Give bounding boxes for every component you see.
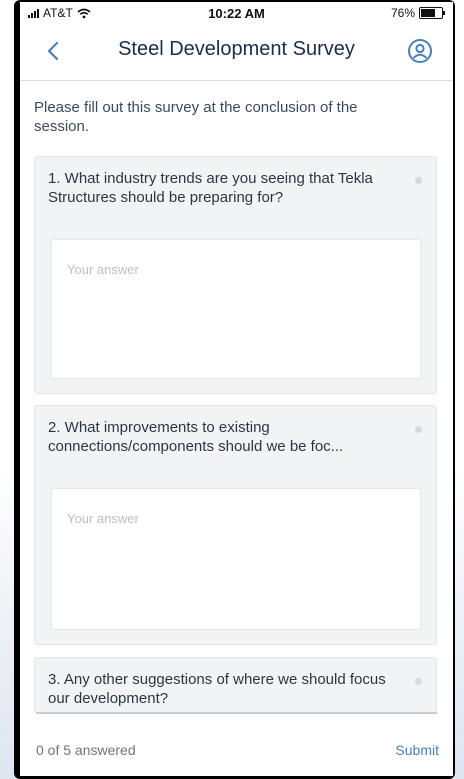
survey-footer: 0 of 5 answered Submit <box>20 712 453 776</box>
answer-field[interactable]: Your answer <box>51 488 421 630</box>
answer-placeholder: Your answer <box>67 262 139 277</box>
progress-status: 0 of 5 answered <box>36 742 136 758</box>
submit-button[interactable]: Submit <box>395 742 439 758</box>
user-circle-icon <box>408 39 432 63</box>
required-indicator <box>415 177 422 184</box>
clock: 10:22 AM <box>208 6 265 21</box>
required-indicator <box>415 678 422 685</box>
question-text: 2. What improvements to existing connect… <box>48 419 344 455</box>
profile-button[interactable] <box>405 36 435 66</box>
survey-intro: Please fill out this survey at the concl… <box>34 99 358 135</box>
required-indicator <box>415 426 422 433</box>
battery-percent: 76% <box>390 6 415 20</box>
answer-placeholder: Your answer <box>67 511 139 526</box>
nav-bar: Steel Development Survey <box>20 24 453 80</box>
phone-screen: AT&T 10:22 AM 76% Steel Development Surv… <box>20 2 453 776</box>
battery-info: 76% <box>390 6 445 20</box>
battery-icon <box>419 7 445 19</box>
answer-field[interactable]: Your answer <box>51 239 421 379</box>
question-text: 3. Any other suggestions of where we sho… <box>48 671 386 707</box>
question-text: 1. What industry trends are you seeing t… <box>48 170 373 206</box>
question-card: 1. What industry trends are you seeing t… <box>34 156 437 394</box>
page-title: Steel Development Survey <box>118 38 355 60</box>
header-divider <box>20 80 453 81</box>
back-button[interactable] <box>38 36 68 66</box>
chevron-left-icon <box>47 41 59 61</box>
question-card: 2. What improvements to existing connect… <box>34 405 437 645</box>
status-bar: AT&T 10:22 AM 76% <box>20 2 453 24</box>
footer-divider <box>36 712 437 714</box>
